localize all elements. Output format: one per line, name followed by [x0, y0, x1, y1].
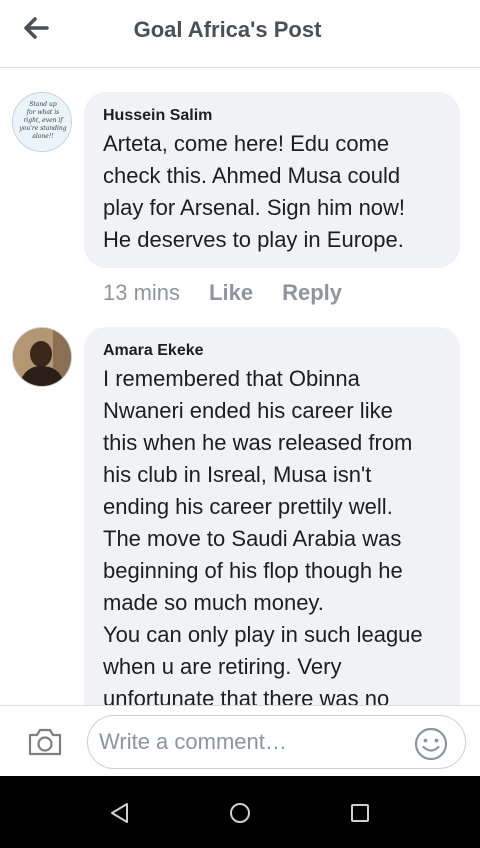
- svg-text:Stand up: Stand up: [29, 101, 57, 108]
- comment-text: Arteta, come here! Edu come check this. …: [103, 131, 406, 252]
- nav-recents-button[interactable]: [342, 798, 378, 828]
- svg-text:you're standing: you're standing: [18, 125, 66, 132]
- page-title: Goal Africa's Post: [133, 17, 322, 42]
- avatar[interactable]: [12, 327, 72, 387]
- system-navigation-bar: [0, 776, 480, 848]
- quote-avatar-image: Stand up for what is right, even if you'…: [13, 93, 71, 151]
- svg-text:alone!!: alone!!: [32, 133, 54, 140]
- comment-composer: [0, 705, 480, 776]
- comment-input[interactable]: [87, 715, 466, 769]
- reply-button[interactable]: Reply: [282, 280, 342, 306]
- comment-bubble[interactable]: Amara Ekeke I remembered that Obinna Nwa…: [84, 327, 460, 705]
- emoji-button[interactable]: [413, 726, 449, 762]
- comment-author[interactable]: Amara Ekeke: [103, 341, 442, 361]
- camera-button[interactable]: [24, 722, 66, 762]
- comment-author[interactable]: Hussein Salim: [103, 106, 442, 126]
- comment-timestamp[interactable]: 13 mins: [103, 280, 180, 306]
- app-header: Goal Africa's Post: [0, 0, 480, 68]
- nav-recents-icon: [351, 804, 369, 822]
- avatar[interactable]: Stand up for what is right, even if you'…: [12, 92, 72, 152]
- comment-meta: 13 mins Like Reply: [103, 280, 342, 306]
- camera-icon: [28, 728, 62, 756]
- nav-home-icon: [230, 803, 250, 823]
- emoji-icon: [414, 727, 448, 761]
- svg-text:right, even if: right, even if: [23, 117, 64, 124]
- nav-back-button[interactable]: [102, 798, 138, 828]
- nav-home-button[interactable]: [222, 798, 258, 828]
- svg-text:for what is: for what is: [26, 109, 60, 116]
- person-avatar-image: [13, 328, 71, 386]
- comment-text: I remembered that Obinna Nwaneri ended h…: [103, 366, 423, 705]
- comments-feed[interactable]: Stand up for what is right, even if you'…: [0, 68, 480, 705]
- like-button[interactable]: Like: [209, 280, 253, 306]
- comment-bubble[interactable]: Hussein Salim Arteta, come here! Edu com…: [84, 92, 460, 268]
- nav-back-icon: [111, 803, 128, 823]
